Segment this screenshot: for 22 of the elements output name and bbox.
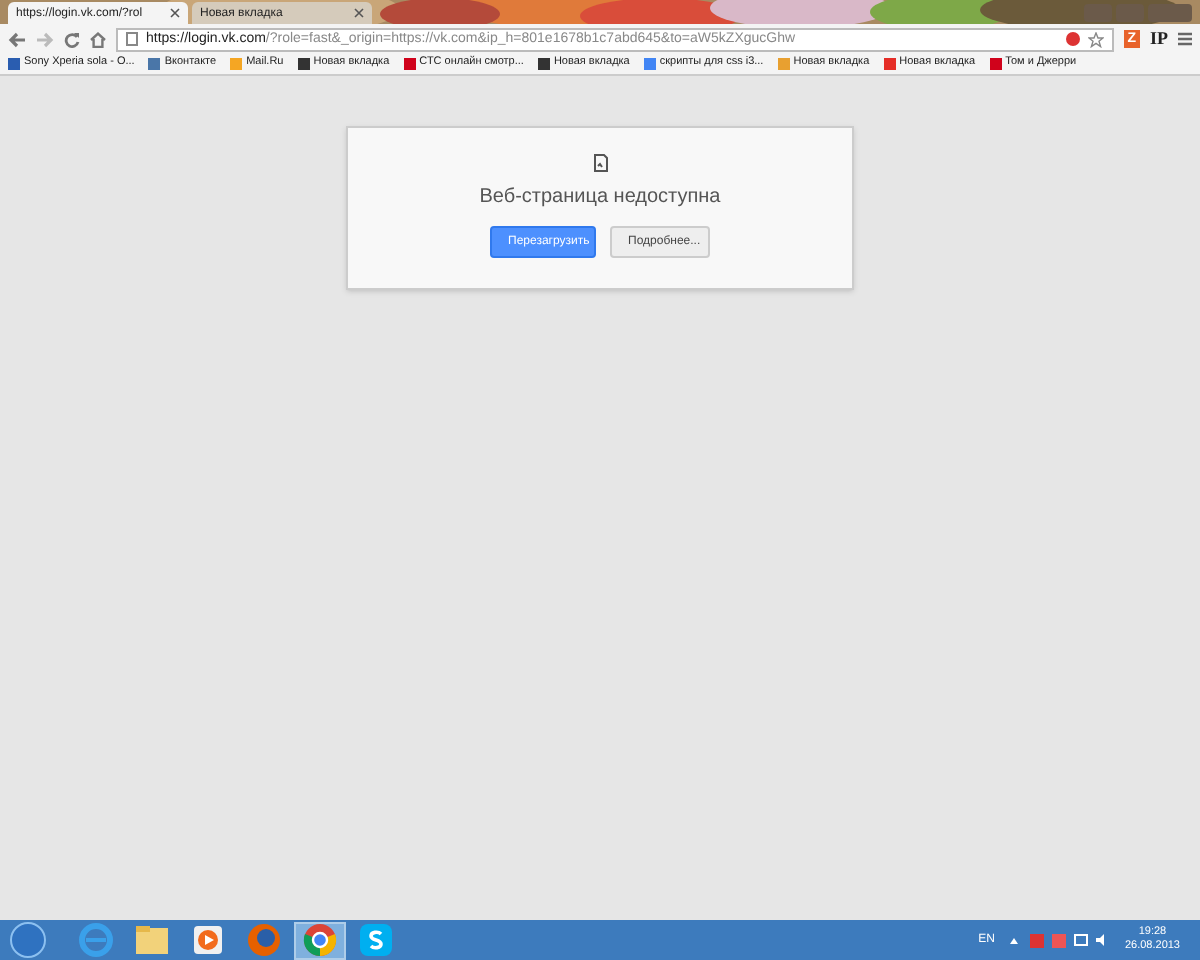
tray-arrow-icon[interactable] (1010, 937, 1019, 943)
taskbar-app[interactable] (294, 921, 346, 959)
folder-icon (134, 924, 170, 956)
page-icon (126, 32, 138, 46)
extension-button[interactable]: IP (1150, 30, 1168, 48)
speaker-icon[interactable] (1096, 934, 1109, 946)
start-button[interactable] (10, 922, 46, 958)
play-icon (192, 924, 224, 956)
star-icon[interactable] (1087, 31, 1104, 47)
close-icon[interactable] (354, 8, 364, 18)
broken-page-icon (593, 154, 607, 172)
menu-icon[interactable] (1178, 32, 1192, 46)
close-icon[interactable] (170, 8, 180, 18)
round-browser-icon (302, 922, 338, 958)
block-icon[interactable] (1065, 32, 1080, 46)
error-title: Веб-страница недоступна (479, 188, 721, 208)
reload-icon[interactable] (64, 31, 80, 47)
s-logo-icon (358, 922, 394, 958)
home-icon[interactable] (90, 31, 106, 47)
browser-e-icon (78, 922, 114, 958)
fox-globe-icon (246, 922, 282, 958)
back-icon[interactable] (8, 31, 26, 47)
